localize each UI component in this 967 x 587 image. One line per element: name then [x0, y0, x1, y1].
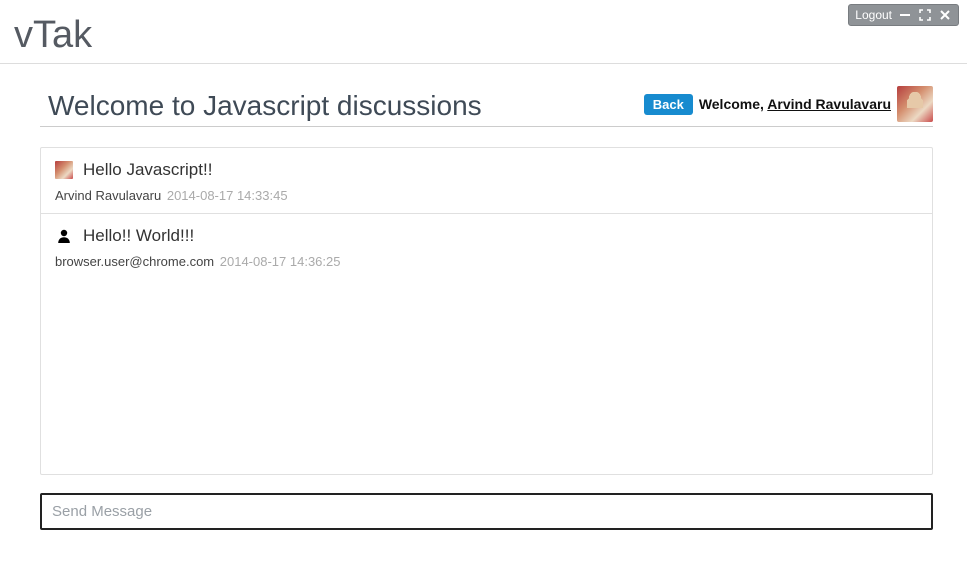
message-timestamp: 2014-08-17 14:33:45 — [167, 188, 288, 203]
message-text: Hello Javascript!! — [83, 160, 212, 180]
message-list: Hello Javascript!! Arvind Ravulavaru 201… — [40, 147, 933, 475]
minimize-icon[interactable] — [898, 9, 912, 21]
welcome-prefix: Welcome, — [699, 96, 767, 112]
welcome-text: Welcome, Arvind Ravulavaru — [699, 96, 891, 112]
back-button[interactable]: Back — [644, 94, 693, 115]
message-item: Hello!! World!!! browser.user@chrome.com… — [41, 214, 932, 279]
app-title: vTak — [0, 0, 967, 64]
message-item: Hello Javascript!! Arvind Ravulavaru 201… — [41, 148, 932, 214]
message-author: browser.user@chrome.com — [55, 254, 214, 269]
message-text: Hello!! World!!! — [83, 226, 194, 246]
current-user-avatar[interactable] — [897, 86, 933, 122]
message-author: Arvind Ravulavaru — [55, 188, 161, 203]
user-icon — [55, 227, 73, 245]
logout-button[interactable]: Logout — [855, 8, 892, 22]
message-meta: Arvind Ravulavaru 2014-08-17 14:33:45 — [55, 188, 918, 203]
message-avatar-icon — [55, 161, 73, 179]
close-icon[interactable] — [938, 9, 952, 21]
message-meta: browser.user@chrome.com 2014-08-17 14:36… — [55, 254, 918, 269]
window-toolbar: Logout — [848, 4, 959, 26]
message-timestamp: 2014-08-17 14:36:25 — [220, 254, 341, 269]
send-message-input[interactable] — [40, 493, 933, 530]
page-header: Welcome to Javascript discussions Back W… — [40, 64, 933, 127]
current-user-link[interactable]: Arvind Ravulavaru — [767, 96, 891, 112]
fullscreen-icon[interactable] — [918, 9, 932, 21]
room-title: Welcome to Javascript discussions — [40, 90, 482, 122]
